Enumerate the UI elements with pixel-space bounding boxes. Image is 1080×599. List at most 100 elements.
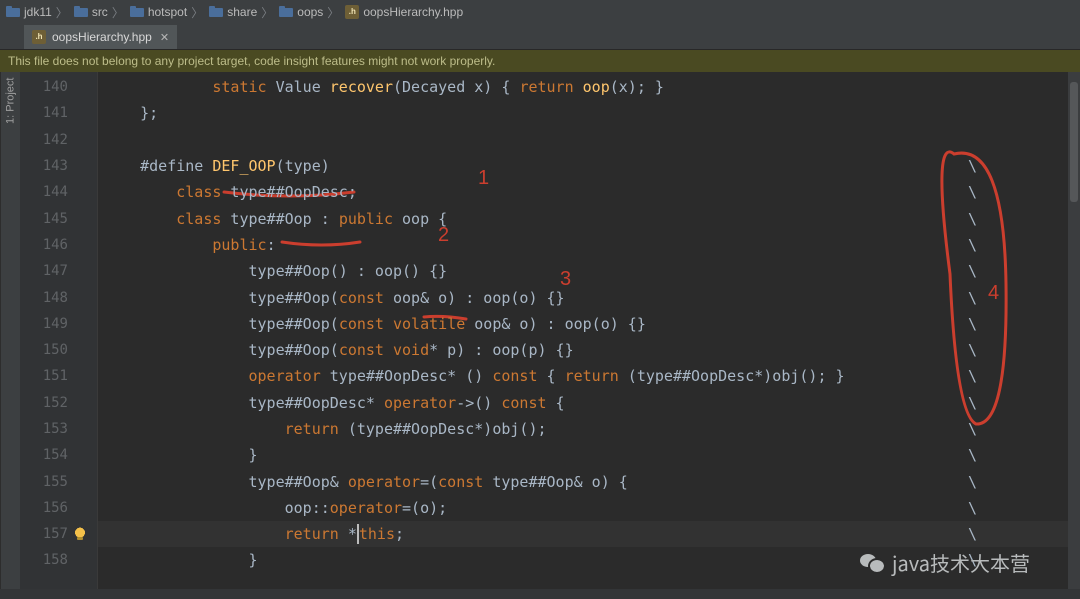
- continuation-backslash: \: [968, 420, 977, 438]
- gutter-row[interactable]: 156: [20, 495, 97, 521]
- line-number: 152: [20, 395, 68, 411]
- code-token: #define: [140, 157, 203, 175]
- intention-bulb-icon: [73, 80, 87, 94]
- code-token: const: [492, 367, 537, 385]
- intention-bulb-icon: [73, 212, 87, 226]
- code-token: return: [519, 78, 573, 96]
- code-line[interactable]: #define DEF_OOP(type)\: [98, 153, 1080, 179]
- code-token: *: [339, 525, 357, 543]
- code-token: type##Oop&: [249, 473, 348, 491]
- breadcrumb-item[interactable]: oops〉: [279, 4, 343, 21]
- code-line[interactable]: type##Oop& operator=(const type##Oop& o)…: [98, 468, 1080, 494]
- project-tool-button[interactable]: 1: Project: [0, 72, 20, 599]
- line-number: 144: [20, 184, 68, 200]
- code-token: class: [176, 183, 221, 201]
- code-line[interactable]: type##OopDesc* operator->() const {\: [98, 390, 1080, 416]
- line-number: 148: [20, 290, 68, 306]
- horizontal-scrollbar[interactable]: [0, 589, 1080, 599]
- breadcrumb-item[interactable]: oopsHierarchy.hpp: [345, 5, 463, 19]
- code-token: oop& o) : oop(o) {}: [465, 315, 646, 333]
- code-line[interactable]: return (type##OopDesc*)obj();\: [98, 416, 1080, 442]
- code-token: this: [359, 525, 395, 543]
- line-number: 143: [20, 158, 68, 174]
- breadcrumb-item[interactable]: share〉: [209, 4, 277, 21]
- code-line[interactable]: }\: [98, 442, 1080, 468]
- code-line[interactable]: class type##Oop : public oop {\: [98, 205, 1080, 231]
- line-number: 149: [20, 316, 68, 332]
- gutter-row[interactable]: 158: [20, 547, 97, 573]
- line-number: 142: [20, 132, 68, 148]
- chevron-right-icon: 〉: [112, 4, 124, 21]
- code-token: (Decayed x) {: [393, 78, 519, 96]
- breadcrumb-label: jdk11: [24, 5, 52, 19]
- gutter-row[interactable]: 152: [20, 390, 97, 416]
- gutter-row[interactable]: 144: [20, 179, 97, 205]
- line-number: 147: [20, 263, 68, 279]
- editor-tab[interactable]: oopsHierarchy.hpp ✕: [24, 25, 177, 49]
- code-line[interactable]: return *this;\: [98, 521, 1080, 547]
- line-gutter[interactable]: 140 141 142 143 144 145 146 147 148 149 150151 152 1…: [20, 72, 98, 599]
- code-token: (type): [276, 157, 330, 175]
- line-number: 158: [20, 552, 68, 568]
- gutter-row[interactable]: 140: [20, 74, 97, 100]
- gutter-row[interactable]: 147: [20, 258, 97, 284]
- gutter-row[interactable]: 148: [20, 284, 97, 310]
- code-token: oop {: [393, 210, 447, 228]
- close-icon[interactable]: ✕: [160, 31, 169, 44]
- code-line[interactable]: type##Oop() : oop() {}\: [98, 258, 1080, 284]
- gutter-row[interactable]: 143: [20, 153, 97, 179]
- continuation-backslash: \: [968, 446, 977, 464]
- code-line[interactable]: type##Oop(const oop& o) : oop(o) {}\: [98, 284, 1080, 310]
- gutter-row[interactable]: 151: [20, 363, 97, 389]
- scrollbar-thumb[interactable]: [1070, 82, 1078, 202]
- gutter-row[interactable]: 149: [20, 311, 97, 337]
- code-line[interactable]: type##Oop(const void* p) : oop(p) {}\: [98, 337, 1080, 363]
- code-token: return: [565, 367, 619, 385]
- code-token: ->(): [456, 394, 501, 412]
- line-number: 155: [20, 474, 68, 490]
- code-line[interactable]: type##Oop(const volatile oop& o) : oop(o…: [98, 311, 1080, 337]
- intention-bulb-icon: [73, 133, 87, 147]
- tab-label: oopsHierarchy.hpp: [52, 30, 152, 44]
- gutter-row[interactable]: 153: [20, 416, 97, 442]
- code-token: Value: [267, 78, 330, 96]
- line-number: 145: [20, 211, 68, 227]
- code-line[interactable]: class type##OopDesc;\: [98, 179, 1080, 205]
- code-line[interactable]: static Value recover(Decayed x) { return…: [98, 74, 1080, 100]
- code-line[interactable]: public:\: [98, 232, 1080, 258]
- code-line[interactable]: [98, 127, 1080, 153]
- warning-banner: This file does not belong to any project…: [0, 50, 1080, 72]
- code-line[interactable]: };: [98, 100, 1080, 126]
- code-token: operator: [330, 499, 402, 517]
- code-editor[interactable]: 1234 static Value recover(Decayed x) { r…: [98, 72, 1080, 599]
- intention-bulb-icon[interactable]: [73, 527, 87, 541]
- gutter-row[interactable]: 145: [20, 205, 97, 231]
- gutter-row[interactable]: 157: [20, 521, 97, 547]
- code-token: oop: [285, 499, 312, 517]
- folder-icon: [130, 6, 144, 18]
- code-token: class: [176, 210, 221, 228]
- gutter-row[interactable]: 150: [20, 337, 97, 363]
- breadcrumb-item[interactable]: src〉: [74, 4, 128, 21]
- vertical-scrollbar[interactable]: [1068, 72, 1080, 599]
- breadcrumb-item[interactable]: hotspot〉: [130, 4, 207, 21]
- line-number: 140: [20, 79, 68, 95]
- intention-bulb-icon: [73, 553, 87, 567]
- code-line[interactable]: oop::operator=(o);\: [98, 495, 1080, 521]
- code-token: static: [212, 78, 266, 96]
- folder-icon: [6, 6, 20, 18]
- gutter-row[interactable]: 154: [20, 442, 97, 468]
- code-line[interactable]: operator type##OopDesc* () const { retur…: [98, 363, 1080, 389]
- code-token: oop& o) : oop(o) {}: [384, 289, 565, 307]
- breadcrumb-item[interactable]: jdk11〉: [6, 4, 72, 21]
- banner-text: This file does not belong to any project…: [8, 54, 495, 68]
- code-line[interactable]: }\: [98, 547, 1080, 573]
- gutter-row[interactable]: 141: [20, 100, 97, 126]
- intention-bulb-icon: [73, 422, 87, 436]
- gutter-row[interactable]: 155: [20, 468, 97, 494]
- intention-bulb-icon: [73, 291, 87, 305]
- folder-icon: [209, 6, 223, 18]
- gutter-row[interactable]: 142: [20, 127, 97, 153]
- header-file-icon: [32, 30, 46, 44]
- gutter-row[interactable]: 146: [20, 232, 97, 258]
